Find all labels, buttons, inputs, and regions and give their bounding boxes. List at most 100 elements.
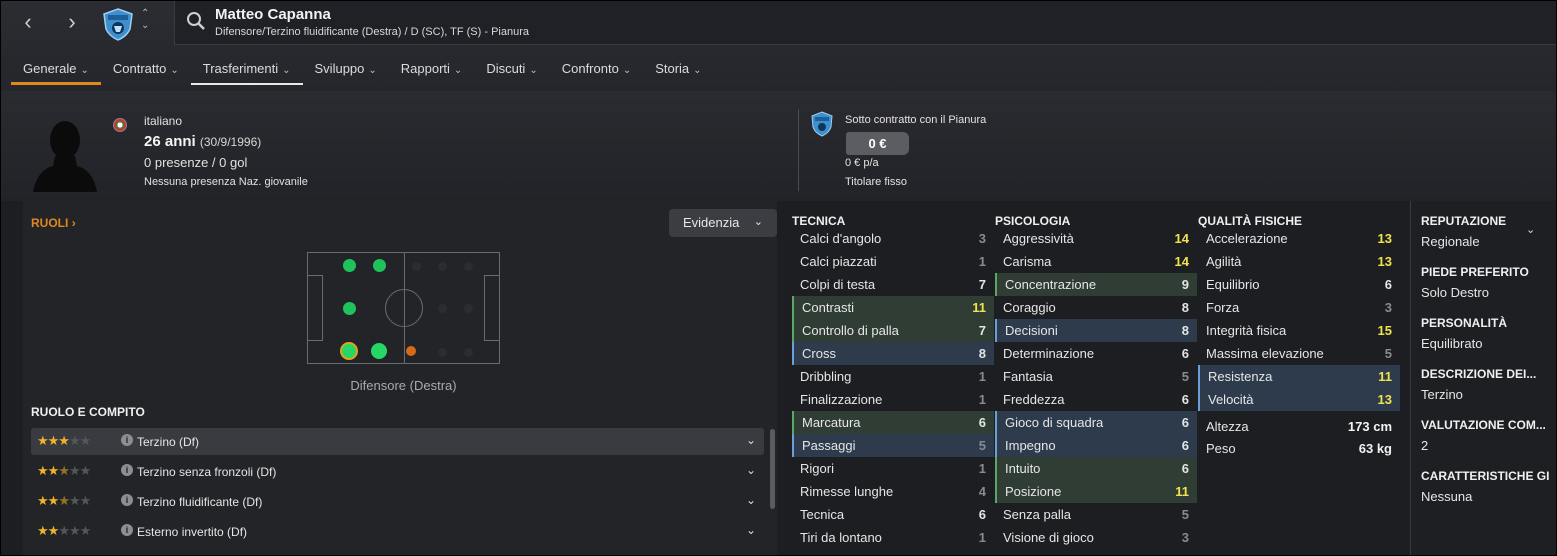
back-arrow-icon[interactable]: ‹: [15, 10, 41, 34]
attribute-row[interactable]: Gioco di squadra 6: [995, 411, 1197, 434]
attribute-row[interactable]: Controllo di palla 7: [792, 319, 994, 342]
attribute-row[interactable]: Impegno 6: [995, 434, 1197, 457]
attribute-name: Freddezza: [1003, 392, 1065, 407]
attribute-row[interactable]: Intuito 6: [995, 457, 1197, 480]
attribute-row[interactable]: Carisma 14: [995, 250, 1197, 273]
tab-rapporti[interactable]: Rapporti ⌄: [389, 51, 475, 85]
attribute-row[interactable]: Passaggi 5: [792, 434, 994, 457]
attribute-row[interactable]: Aggressività 14: [995, 227, 1197, 250]
attribute-row[interactable]: Cross 8: [792, 342, 994, 365]
info-icon[interactable]: i: [121, 464, 133, 476]
attribute-row[interactable]: Rimesse lunghe 4: [792, 480, 994, 503]
attribute-row[interactable]: Contrasti 11: [792, 296, 994, 319]
divider: [798, 109, 799, 191]
attribute-value: 1: [978, 392, 986, 407]
attribute-value: 5: [1181, 369, 1189, 384]
attribute-row[interactable]: Rigori 1: [792, 457, 994, 480]
attribute-row[interactable]: Fantasia 5: [995, 365, 1197, 388]
attribute-row[interactable]: Tiri da lontano 1: [792, 526, 994, 549]
attribute-row[interactable]: Forza 3: [1198, 296, 1400, 319]
roles-link[interactable]: RUOLI ›: [31, 216, 76, 230]
tab-discuti[interactable]: Discuti ⌄: [474, 51, 549, 85]
tab-contratto[interactable]: Contratto ⌄: [101, 51, 191, 85]
youth-caps: Nessuna presenza Naz. giovanile: [144, 176, 308, 188]
attribute-row[interactable]: Colpi di testa 7: [792, 273, 994, 296]
preferred-foot-value: Solo Destro: [1421, 285, 1489, 300]
attribute-row[interactable]: Accelerazione 13: [1198, 227, 1400, 250]
position-dot[interactable]: [343, 259, 356, 272]
attribute-row[interactable]: Calci d'angolo 3: [792, 227, 994, 250]
role-row[interactable]: ★★★★★ i Terzino fluidificante (Df) ⌄: [31, 488, 764, 515]
attribute-row[interactable]: Concentrazione 9: [995, 273, 1197, 296]
attribute-row[interactable]: Equilibrio 6: [1198, 273, 1400, 296]
attribute-row[interactable]: Determinazione 6: [995, 342, 1197, 365]
attribute-row[interactable]: Tecnica 6: [792, 503, 994, 526]
tab-label: Rapporti: [400, 61, 450, 76]
player-header: Matteo Capanna Difensore/Terzino fluidif…: [174, 1, 1556, 45]
chevron-down-icon: ⌄: [282, 65, 291, 76]
attribute-name: Fantasia: [1003, 369, 1053, 384]
info-icon[interactable]: i: [121, 524, 133, 536]
value-tag[interactable]: 0 €: [846, 132, 909, 155]
position-dot[interactable]: [371, 343, 387, 359]
scrollbar[interactable]: [770, 429, 775, 509]
attribute-row[interactable]: Agilità 13: [1198, 250, 1400, 273]
chevron-down-icon[interactable]: ⌄: [746, 493, 756, 507]
club-switch-icon[interactable]: ⌃ ⌄: [141, 8, 149, 32]
attribute-row[interactable]: Visione di gioco 3: [995, 526, 1197, 549]
position-dot[interactable]: [343, 302, 356, 315]
attribute-value: 14: [1174, 254, 1189, 269]
tab-confronto[interactable]: Confronto ⌄: [550, 51, 643, 85]
club-badge-icon[interactable]: [101, 7, 135, 41]
chevron-down-icon: ⌄: [368, 65, 377, 76]
role-row[interactable]: ★★★★★ i Esterno invertito (Df) ⌄: [31, 518, 764, 545]
attribute-name: Velocità: [1208, 392, 1254, 407]
player-profile-window: ‹ › ⌃ ⌄ Matteo Capanna Difensore/Terzino …: [0, 0, 1557, 556]
tab-generale[interactable]: Generale ⌄: [11, 51, 101, 85]
tab-storia[interactable]: Storia ⌄: [643, 51, 713, 85]
natural-position-dot[interactable]: [340, 342, 358, 360]
attribute-value: 1: [978, 369, 986, 384]
preferred-foot: PIEDE PREFERITO Solo Destro: [1421, 265, 1553, 300]
attribute-row[interactable]: Resistenza 11: [1198, 365, 1400, 388]
attribute-row[interactable]: Integrità fisica 15: [1198, 319, 1400, 342]
attribute-row[interactable]: Massima elevazione 5: [1198, 342, 1400, 365]
age-line: 26 anni (30/9/1996): [144, 133, 261, 150]
chevron-down-icon[interactable]: ⌄: [746, 433, 756, 447]
forward-arrow-icon[interactable]: ›: [59, 10, 85, 34]
empty-position-dot: [464, 262, 473, 271]
attribute-row[interactable]: Marcatura 6: [792, 411, 994, 434]
attribute-row[interactable]: Dribbling 1: [792, 365, 994, 388]
chevron-down-icon[interactable]: ⌄: [1526, 223, 1535, 236]
squad-status: Titolare fisso: [845, 176, 907, 188]
chevron-down-icon[interactable]: ⌄: [746, 463, 756, 477]
attribute-row[interactable]: Finalizzazione 1: [792, 388, 994, 411]
attribute-row[interactable]: Calci piazzati 1: [792, 250, 994, 273]
position-dot[interactable]: [406, 346, 416, 356]
attribute-row[interactable]: Decisioni 8: [995, 319, 1197, 342]
attribute-row[interactable]: Velocità 13: [1198, 388, 1400, 411]
tab-trasferimenti[interactable]: Trasferimenti ⌄: [190, 51, 303, 85]
attribute-row[interactable]: Coraggio 8: [995, 296, 1197, 319]
info-icon[interactable]: i: [121, 434, 133, 446]
chevron-down-icon: ⌄: [80, 65, 89, 76]
attribute-row[interactable]: Senza palla 5: [995, 503, 1197, 526]
chevron-down-icon[interactable]: ⌄: [746, 523, 756, 537]
attribute-value: 11: [1378, 369, 1392, 384]
info-icon[interactable]: i: [121, 494, 133, 506]
empty-position-dot: [438, 348, 447, 357]
chevron-down-icon: ⌄: [622, 65, 632, 76]
role-row[interactable]: ★★★★★ i Terzino (Df) ⌄: [31, 428, 764, 455]
attribute-name: Marcatura: [802, 415, 861, 430]
highlight-dropdown[interactable]: Evidenzia ⌄: [669, 209, 777, 237]
role-name: Esterno invertito (Df): [137, 525, 248, 539]
attribute-row[interactable]: Posizione 11: [995, 480, 1197, 503]
description-value: Terzino: [1421, 387, 1463, 402]
position-dot[interactable]: [373, 259, 386, 272]
role-row[interactable]: ★★★★★ i Terzino senza fronzoli (Df) ⌄: [31, 458, 764, 485]
search-icon[interactable]: [185, 10, 207, 32]
attribute-row[interactable]: Freddezza 6: [995, 388, 1197, 411]
tab-sviluppo[interactable]: Sviluppo ⌄: [303, 51, 389, 85]
attribute-name: Passaggi: [802, 438, 856, 453]
club-badge-icon[interactable]: [810, 111, 834, 137]
